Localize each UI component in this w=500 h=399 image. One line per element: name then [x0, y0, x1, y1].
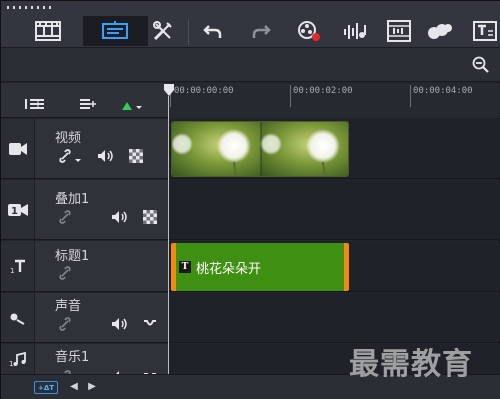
- ruler-label-1: 00:00:02:00: [293, 86, 353, 96]
- film-strip-icon: [35, 21, 61, 41]
- ruler-tick: [290, 85, 291, 107]
- speaker-icon[interactable]: [97, 149, 115, 163]
- green-triangle-icon: [122, 102, 142, 110]
- track-type-cell: 1: [1, 180, 35, 239]
- ruler-label-2: 00:00:04:00: [413, 86, 473, 96]
- track-visibility-checker-icon[interactable]: [143, 210, 157, 224]
- zoom-out-icon: [472, 56, 489, 73]
- scroll-right-button[interactable]: ▶: [87, 380, 97, 394]
- track-lane[interactable]: [169, 119, 500, 178]
- track-lane[interactable]: [169, 293, 500, 342]
- track-type-cell: [1, 119, 35, 178]
- undo-button[interactable]: [199, 17, 227, 45]
- title-track-icon: 1: [10, 259, 25, 274]
- playhead-handle[interactable]: [164, 84, 174, 96]
- subtitle-icon: [473, 21, 497, 41]
- track-name: 标题1: [55, 249, 90, 264]
- track-controls: [59, 210, 157, 224]
- track-name: 音乐1: [55, 350, 90, 365]
- chapter-list-icon: [80, 99, 96, 109]
- track-header: 1 音乐1: [1, 344, 169, 374]
- video-editor-timeline: 00:00:00:00 00:00:02:00 00:00:04:00 视频 1…: [0, 0, 500, 399]
- record-capture-icon: [298, 21, 320, 41]
- main-toolbar: [1, 1, 500, 48]
- track-header: 1 叠加1: [1, 180, 169, 239]
- tools-icon: [153, 21, 172, 41]
- undo-icon: [203, 25, 222, 38]
- toolbar-separator: [188, 19, 189, 45]
- track-name: 声音: [55, 299, 82, 314]
- sound-mixer-button[interactable]: [341, 17, 369, 45]
- toolbox-button[interactable]: [149, 17, 177, 45]
- ruler-tick: [410, 85, 411, 107]
- title-track: 1 标题1 T 桃花朵朵开: [1, 241, 500, 292]
- motion-tracking-icon: [428, 24, 452, 39]
- motion-tracking-button[interactable]: [426, 17, 454, 45]
- track-header: 声音: [1, 293, 169, 342]
- record-capture-button[interactable]: [295, 17, 323, 45]
- track-lane[interactable]: T 桃花朵朵开: [169, 241, 500, 291]
- toolbar-grip[interactable]: [7, 6, 55, 9]
- auto-music-button[interactable]: [385, 17, 413, 45]
- timeline-icon: [102, 21, 128, 39]
- ruler-label-0: 00:00:00:00: [174, 86, 234, 96]
- svg-text:1: 1: [9, 360, 13, 367]
- marker-dropdown-button[interactable]: [121, 96, 143, 115]
- track-visibility-checker-icon[interactable]: [129, 149, 143, 163]
- track-header: 视频: [1, 119, 169, 178]
- link-icon[interactable]: [59, 266, 73, 280]
- title-clip-text: 桃花朵朵开: [196, 261, 262, 277]
- add-track-button[interactable]: +ΔT: [34, 381, 58, 394]
- track-manager-button[interactable]: [25, 95, 47, 114]
- storyboard-view-button[interactable]: [34, 17, 62, 45]
- link-dropdown-icon[interactable]: [59, 149, 83, 163]
- track-type-cell: [1, 293, 35, 342]
- sound-mixer-icon: [344, 23, 366, 39]
- svg-text:1: 1: [10, 267, 14, 274]
- track-type-cell: 1: [1, 241, 35, 291]
- add-remove-chapter-button[interactable]: [79, 95, 97, 114]
- time-ruler[interactable]: 00:00:00:00 00:00:02:00 00:00:04:00: [169, 83, 500, 118]
- track-name: 叠加1: [55, 192, 90, 207]
- title-clip[interactable]: T 桃花朵朵开: [171, 243, 349, 291]
- track-header: 1 标题1: [1, 241, 169, 291]
- overlay-track-icon: 1: [7, 203, 28, 217]
- timeline-header: 00:00:00:00 00:00:02:00 00:00:04:00: [1, 83, 500, 118]
- redo-icon: [252, 25, 271, 38]
- auto-music-icon: [387, 20, 411, 42]
- track-name: 视频: [55, 131, 82, 146]
- video-clip[interactable]: [171, 121, 349, 177]
- video-track: 视频: [1, 119, 500, 179]
- voice-track: 声音: [1, 293, 500, 343]
- dandelion-thumbnail: [172, 122, 348, 176]
- redo-button[interactable]: [247, 17, 275, 45]
- music-track-icon: 1: [9, 351, 26, 367]
- speaker-icon[interactable]: [111, 210, 129, 224]
- video-track-icon: [8, 142, 27, 155]
- playhead-line: [168, 96, 169, 374]
- track-controls: [59, 266, 73, 280]
- speaker-icon[interactable]: [111, 317, 129, 331]
- title-type-icon: T: [179, 261, 191, 273]
- track-type-cell: 1: [1, 344, 35, 374]
- track-lane[interactable]: [169, 180, 500, 239]
- subtitle-editor-button[interactable]: [471, 17, 499, 45]
- scroll-left-button[interactable]: ◀: [69, 380, 79, 394]
- zoom-bar: [1, 48, 500, 82]
- overlay-track: 1 叠加1: [1, 180, 500, 240]
- timeline-view-button[interactable]: [101, 17, 129, 45]
- track-manager-icon: [25, 99, 44, 109]
- svg-text:1: 1: [11, 206, 18, 217]
- link-icon[interactable]: [59, 317, 73, 331]
- link-icon[interactable]: [59, 210, 73, 224]
- audio-ducking-icon[interactable]: [143, 317, 157, 331]
- zoom-out-button[interactable]: [472, 56, 490, 78]
- watermark-logo: 最需教育: [349, 347, 473, 382]
- track-controls: [59, 317, 157, 331]
- voice-track-icon: [10, 313, 24, 325]
- track-controls: [59, 149, 143, 163]
